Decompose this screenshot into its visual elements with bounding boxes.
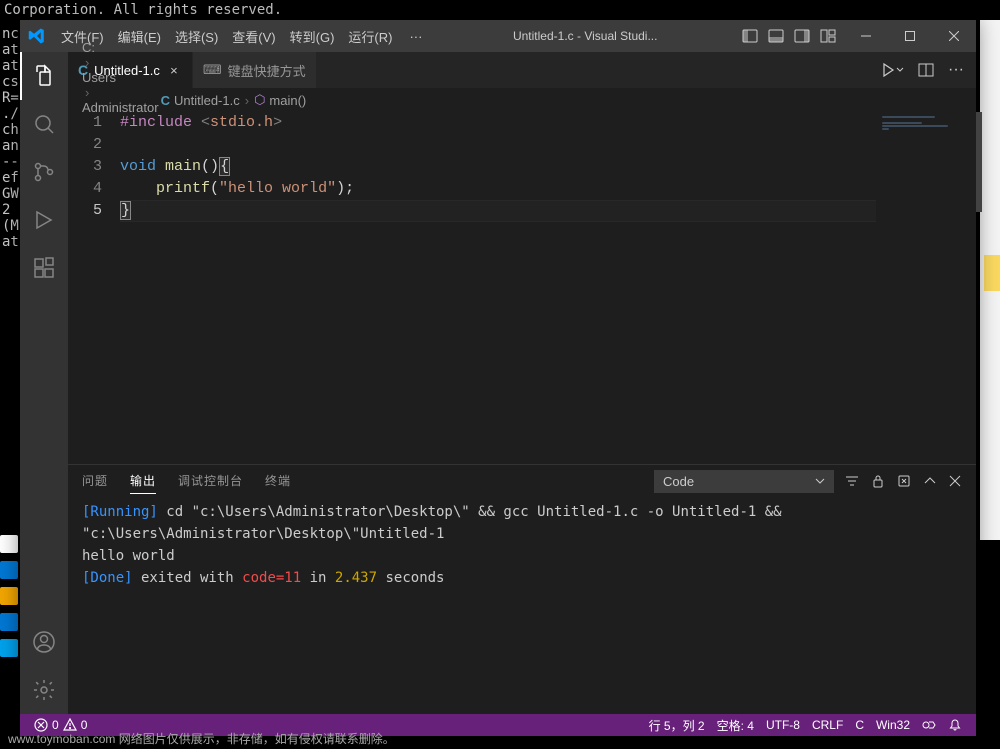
bottom-panel: 问题输出调试控制台终端 Code [Running] cd "c:\Users\… (68, 464, 976, 714)
status-bell-icon[interactable] (942, 714, 968, 736)
menu-item[interactable]: 运行(R) (341, 27, 399, 46)
panel-tab[interactable]: 终端 (265, 468, 291, 494)
status-platform[interactable]: Win32 (870, 714, 916, 736)
panel-tab[interactable]: 调试控制台 (178, 468, 243, 494)
breadcrumb-symbol[interactable]: ⬡main() (254, 92, 306, 108)
page-footer-watermark: www.toymoban.com 网络图片仅供展示，非存储，如有侵权请联系删除。 (8, 730, 395, 747)
toggle-secondary-sidebar-icon[interactable] (790, 24, 814, 48)
maximize-button[interactable] (888, 20, 932, 52)
close-button[interactable] (932, 20, 976, 52)
output-content[interactable]: [Running] cd "c:\Users\Administrator\Des… (68, 497, 976, 714)
settings-gear-icon[interactable] (20, 666, 68, 714)
status-spaces[interactable]: 空格: 4 (711, 714, 760, 736)
background-right-pane (980, 20, 1000, 540)
vscode-logo-icon (20, 27, 54, 45)
menu-overflow[interactable]: ··· (399, 29, 432, 44)
split-editor-icon[interactable] (918, 62, 934, 78)
activity-bar (20, 52, 68, 714)
panel-close-icon[interactable] (948, 474, 962, 488)
tab-keyboard-shortcuts[interactable]: ⌨ 键盘快捷方式 (193, 52, 317, 88)
breadcrumb-file[interactable]: CUntitled-1.c (161, 93, 240, 108)
window-title: Untitled-1.c - Visual Studi... (432, 29, 738, 43)
code-editor[interactable]: 12345 #include <stdio.h>void main(){ pri… (68, 112, 976, 464)
status-language[interactable]: C (849, 714, 870, 736)
minimize-button[interactable] (844, 20, 888, 52)
minimap[interactable] (876, 112, 976, 464)
breadcrumb-segment[interactable]: C: (82, 40, 159, 55)
accounts-icon[interactable] (20, 618, 68, 666)
status-line-col[interactable]: 行 5，列 2 (643, 714, 711, 736)
keyboard-icon: ⌨ (203, 62, 222, 78)
menu-item[interactable]: 查看(V) (225, 27, 282, 46)
output-lock-icon[interactable] (870, 473, 886, 489)
tab-close-icon[interactable]: × (166, 63, 182, 78)
explorer-icon[interactable] (20, 52, 68, 100)
titlebar: 文件(F)编辑(E)选择(S)查看(V)转到(G)运行(R) ··· Untit… (20, 20, 976, 52)
layout-controls (738, 24, 844, 48)
menu-item[interactable]: 选择(S) (168, 27, 225, 46)
editor-tabs: C Untitled-1.c × ⌨ 键盘快捷方式 ··· (68, 52, 976, 88)
customize-layout-icon[interactable] (816, 24, 840, 48)
vscode-window: 文件(F)编辑(E)选择(S)查看(V)转到(G)运行(R) ··· Untit… (20, 20, 976, 736)
breadcrumb-segment[interactable]: Users (82, 70, 159, 85)
source-control-icon[interactable] (20, 148, 68, 196)
panel-maximize-icon[interactable] (922, 473, 938, 489)
breadcrumb: C:›Users›Administrator›Desktop› CUntitle… (68, 88, 976, 112)
toggle-panel-icon[interactable] (764, 24, 788, 48)
run-code-icon[interactable] (880, 62, 904, 78)
output-channel-select[interactable]: Code (654, 470, 834, 493)
toggle-primary-sidebar-icon[interactable] (738, 24, 762, 48)
tab-label: 键盘快捷方式 (228, 61, 306, 80)
panel-tab[interactable]: 输出 (130, 468, 156, 494)
status-eol[interactable]: CRLF (806, 714, 849, 736)
run-debug-icon[interactable] (20, 196, 68, 244)
panel-tab[interactable]: 问题 (82, 468, 108, 494)
desktop-icons (0, 535, 20, 665)
output-clear-icon[interactable] (896, 473, 912, 489)
search-icon[interactable] (20, 100, 68, 148)
more-actions-icon[interactable]: ··· (948, 61, 964, 79)
extensions-icon[interactable] (20, 244, 68, 292)
status-feedback-icon[interactable] (916, 714, 942, 736)
output-filter-icon[interactable] (844, 473, 860, 489)
status-encoding[interactable]: UTF-8 (760, 714, 806, 736)
menu-item[interactable]: 转到(G) (283, 27, 342, 46)
